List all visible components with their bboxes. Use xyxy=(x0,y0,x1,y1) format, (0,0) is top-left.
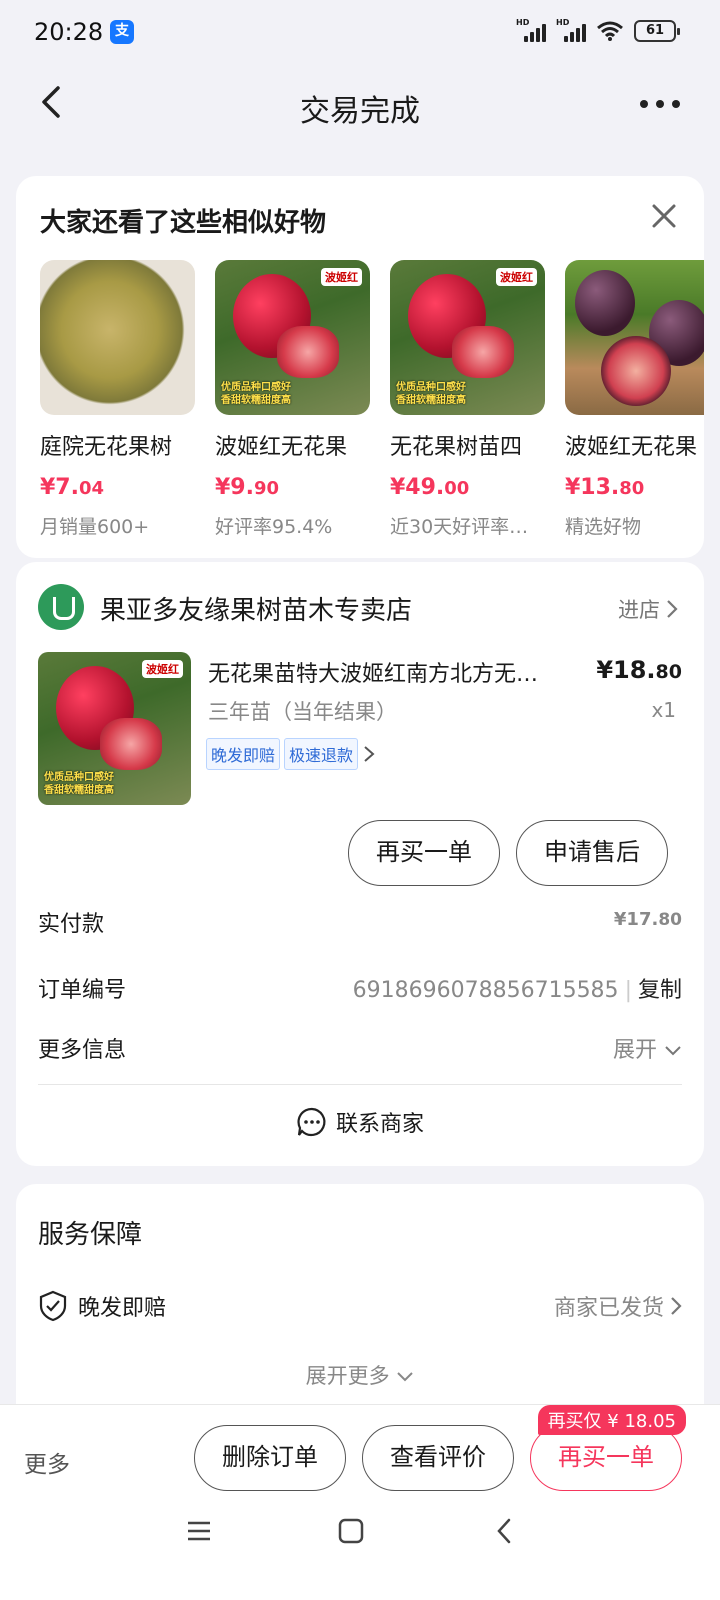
chevron-right-icon xyxy=(364,746,375,762)
product-name: 波姬红无花果 xyxy=(565,435,698,460)
bottom-action-bar: 更多 删除订单 查看评价 再买一单 再买仅 ¥ 18.05 xyxy=(0,1404,720,1600)
tag-late-compensation: 晚发即赔 xyxy=(206,738,281,770)
signal-icon: HD xyxy=(516,18,546,42)
status-bar: 20:28 支 HD HD 61 xyxy=(0,0,720,64)
more-info-label: 更多信息 xyxy=(38,1038,127,1063)
product-name: 庭院无花果树 xyxy=(40,435,173,460)
page-title: 交易完成 xyxy=(300,94,420,129)
copy-button[interactable]: 复制 xyxy=(638,978,682,1003)
shop-logo[interactable] xyxy=(38,584,84,630)
chevron-down-icon xyxy=(397,1372,414,1382)
product-card[interactable]: 波姬红 优质品种口感好 香甜软糯甜度高 波姬红无花果 ¥9.90 好评率95.4% xyxy=(215,260,370,539)
alipay-icon: 支 xyxy=(110,20,134,44)
battery-icon: 61 xyxy=(634,20,680,42)
service-item[interactable]: 晚发即赔 商家已发货 xyxy=(38,1290,682,1322)
chevron-down-icon xyxy=(665,1046,681,1056)
order-product-spec: 三年苗（当年结果） xyxy=(208,700,397,724)
enter-shop-link[interactable]: 进店 xyxy=(618,594,678,624)
service-item-label: 晚发即赔 xyxy=(78,1296,167,1321)
paid-row: 实付款 ¥17.80 xyxy=(38,906,682,938)
battery-level: 61 xyxy=(645,23,665,38)
product-subtext: 好评率95.4% xyxy=(215,516,333,538)
product-image xyxy=(40,260,195,415)
product-image xyxy=(565,260,704,415)
signal-icon-2: HD xyxy=(556,18,586,42)
product-image: 波姬红 优质品种口感好 香甜软糯甜度高 xyxy=(390,260,545,415)
view-review-button[interactable]: 查看评价 xyxy=(362,1425,514,1491)
nav-bar: 交易完成 xyxy=(0,64,720,144)
paid-label: 实付款 xyxy=(38,912,105,937)
product-card[interactable]: 庭院无花果树 ¥7.04 月销量600+ xyxy=(40,260,195,539)
product-price: ¥13.80 xyxy=(565,475,645,500)
similar-items-card: 大家还看了这些相似好物 庭院无花果树 ¥7.04 月销量600+ 波姬红 优质品… xyxy=(16,176,704,558)
back-nav-icon[interactable] xyxy=(494,1517,514,1545)
after-sale-button[interactable]: 申请售后 xyxy=(516,820,668,886)
buy-again-button[interactable]: 再买一单 xyxy=(348,820,500,886)
divider xyxy=(38,1084,682,1085)
similar-items-heading: 大家还看了这些相似好物 xyxy=(40,208,327,238)
order-number-row: 订单编号 6918696078856715585 | 复制 xyxy=(38,978,682,1003)
promo-badge: 再买仅 ¥ 18.05 xyxy=(537,1405,686,1435)
home-icon[interactable] xyxy=(338,1518,364,1544)
paid-amount: ¥17.80 xyxy=(613,909,682,930)
product-subtext: 近30天好评率… xyxy=(390,516,529,538)
chat-icon xyxy=(297,1107,326,1137)
expand-more-button[interactable]: 展开更多 xyxy=(16,1360,704,1390)
order-product-image[interactable]: 波姬红 优质品种口感好 香甜软糯甜度高 xyxy=(38,652,191,805)
order-number: 6918696078856715585 xyxy=(352,978,619,1003)
more-button[interactable]: 更多 xyxy=(24,1445,70,1479)
chevron-right-icon xyxy=(667,600,678,618)
product-price: ¥7.04 xyxy=(40,475,105,500)
order-product-price: ¥18.80 xyxy=(596,656,682,684)
more-options-icon[interactable] xyxy=(640,100,680,108)
service-card: 服务保障 晚发即赔 商家已发货 展开更多 xyxy=(16,1184,704,1424)
product-name: 无花果树苗四 xyxy=(390,435,523,460)
contact-merchant-button[interactable]: 联系商家 xyxy=(16,1106,704,1138)
product-card[interactable]: 波姬红无花果 ¥13.80 精选好物 xyxy=(565,260,704,539)
order-product-title[interactable]: 无花果苗特大波姬红南方北方无… xyxy=(208,656,578,688)
tag-fast-refund: 极速退款 xyxy=(284,738,359,770)
product-name: 波姬红无花果 xyxy=(215,435,348,460)
product-image: 波姬红 优质品种口感好 香甜软糯甜度高 xyxy=(215,260,370,415)
order-number-label: 订单编号 xyxy=(38,978,127,1003)
order-card: 果亚多友缘果树苗木专卖店 进店 波姬红 优质品种口感好 香甜软糯甜度高 无花果苗特… xyxy=(16,562,704,1166)
delete-order-button[interactable]: 删除订单 xyxy=(194,1425,346,1491)
service-item-status: 商家已发货 xyxy=(553,1296,664,1321)
wifi-icon xyxy=(597,21,623,41)
close-icon[interactable] xyxy=(646,198,682,234)
chevron-right-icon xyxy=(671,1297,682,1315)
service-tags[interactable]: 晚发即赔 极速退款 xyxy=(206,738,376,770)
product-price: ¥9.90 xyxy=(215,475,280,500)
expand-toggle[interactable]: 展开 xyxy=(613,1032,682,1064)
service-heading: 服务保障 xyxy=(38,1220,143,1250)
product-price: ¥49.00 xyxy=(390,475,470,500)
order-product-qty: x1 xyxy=(651,698,676,722)
status-time: 20:28 xyxy=(34,18,104,46)
product-subtext: 精选好物 xyxy=(565,516,642,538)
shield-check-icon xyxy=(39,1290,67,1322)
menu-icon[interactable] xyxy=(186,1519,212,1543)
product-subtext: 月销量600+ xyxy=(40,516,150,538)
system-nav-bar xyxy=(0,1509,720,1559)
shop-name[interactable]: 果亚多友缘果树苗木专卖店 xyxy=(100,590,412,627)
product-card[interactable]: 波姬红 优质品种口感好 香甜软糯甜度高 无花果树苗四 ¥49.00 近30天好评率… xyxy=(390,260,545,539)
more-info-row[interactable]: 更多信息 展开 xyxy=(38,1032,682,1064)
